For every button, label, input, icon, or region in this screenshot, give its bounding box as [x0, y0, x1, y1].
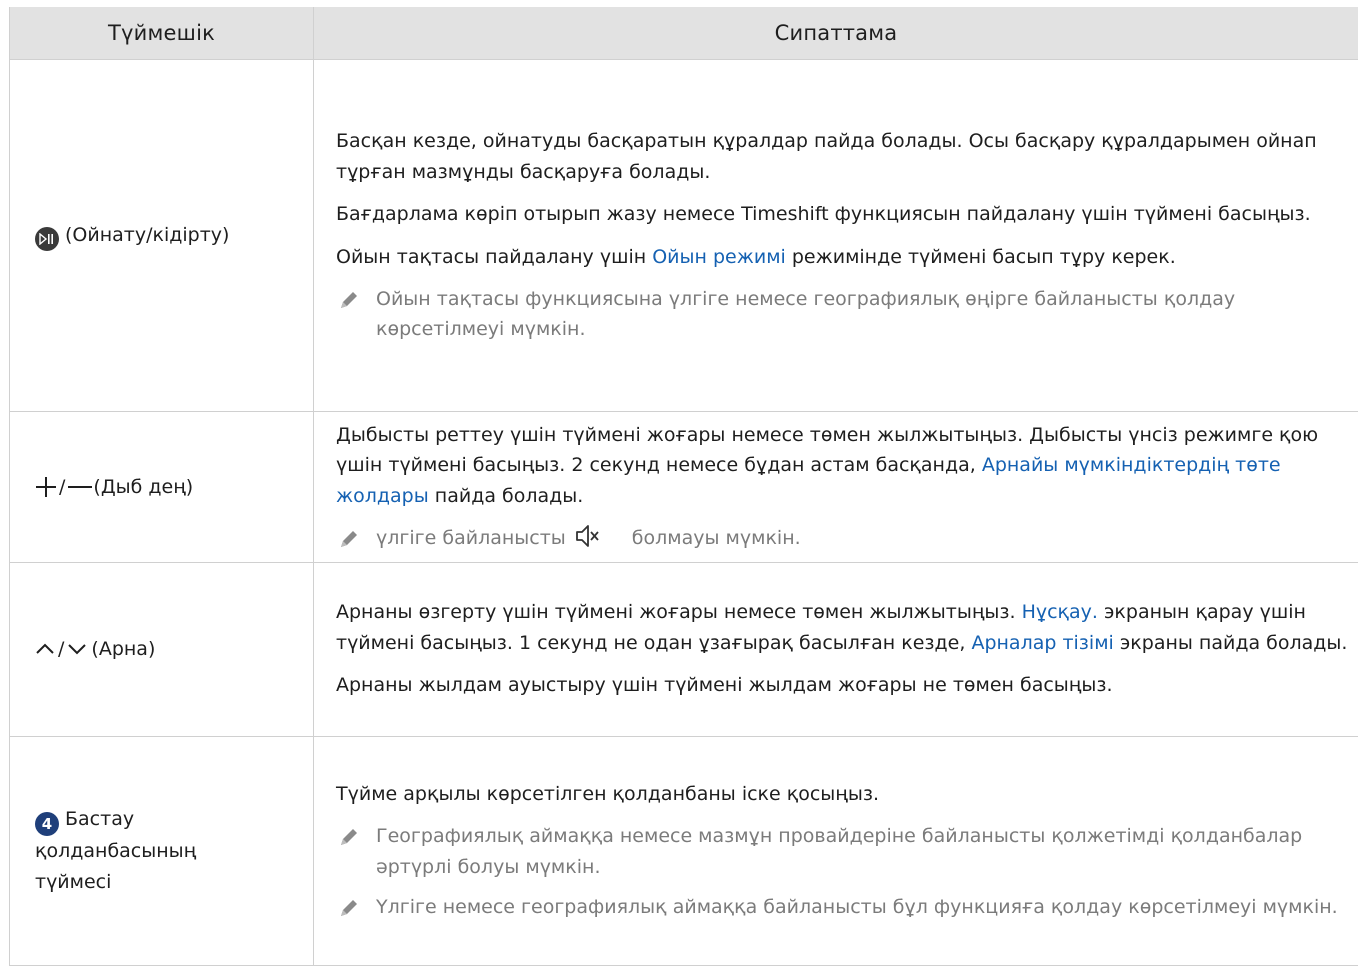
button-cell: (Ойнату/кідірту) [9, 59, 314, 412]
description-text: Арнаны жылдам ауыстыру үшін түймені жылд… [336, 674, 1113, 697]
description-text: Дыбысты реттеу үшін түймені жоғары немес… [336, 424, 1319, 507]
channel-list-link[interactable]: Арналар тізімі [971, 632, 1113, 654]
description-text: Басқан кезде, ойнатуды басқаратын құралд… [336, 130, 1317, 183]
minus-icon [68, 486, 93, 489]
table-row: (Ойнату/кідірту) Басқан кезде, ойнатуды … [9, 59, 1358, 412]
game-mode-link[interactable]: Ойын режимі [652, 246, 786, 268]
description-text: Бағдарлама көріп отырып жазу немесе Time… [336, 203, 1311, 226]
play-pause-icon [35, 227, 59, 251]
note-text: Ойын тақтасы функциясына үлгіге немесе г… [376, 287, 1236, 341]
chevron-up-icon [36, 643, 54, 655]
description-cell: Түйме арқылы көрсетілген қолданбаны іске… [313, 735, 1358, 966]
button-cell: / (Дыб дең) [9, 411, 314, 563]
table-row: / (Арна) Арнаны өзгерту үшін түймені жоға… [9, 561, 1358, 737]
button-label: (Дыб дең) [93, 475, 194, 498]
mute-icon [575, 525, 599, 548]
pencil-icon [341, 829, 357, 846]
button-cell: 4 Бастау қолданбасының түймесі [9, 735, 314, 966]
note: Үлгіге немесе географиялық аймаққа байла… [336, 892, 1348, 922]
description-text: Арнаны өзгерту үшін түймені жоғары немес… [336, 601, 1348, 654]
table-row: / (Дыб дең) Дыбысты реттеу үшін түймені ж… [9, 411, 1358, 563]
table-row: 4 Бастау қолданбасының түймесі Түйме арқы… [9, 735, 1358, 966]
chevron-down-icon [68, 644, 87, 655]
description-text: Ойын тақтасы пайдалану үшін Ойын режимі … [336, 245, 1176, 268]
header-button: Түймешік [9, 7, 314, 60]
button-label: (Арна) [91, 637, 156, 660]
button-cell: / (Арна) [9, 561, 314, 737]
header-description: Сипаттама [313, 7, 1358, 60]
remote-buttons-table: Түймешік Сипаттама (Ойнату/кідірту) Басқ… [9, 7, 1358, 966]
note-text: үлгіге байланысты болмауы мүмкін. [376, 523, 801, 553]
number-4-badge-icon: 4 [35, 812, 59, 837]
pencil-icon [341, 531, 357, 548]
description-text: Түйме арқылы көрсетілген қолданбаны іске… [336, 782, 879, 805]
pencil-icon [341, 899, 357, 916]
table-header-row: Түймешік Сипаттама [9, 7, 1358, 60]
guide-link[interactable]: Нұсқау. [1022, 601, 1098, 623]
description-cell: Арнаны өзгерту үшін түймені жоғары немес… [313, 561, 1358, 737]
note: Ойын тақтасы функциясына үлгіге немесе г… [336, 284, 1348, 345]
note-text: Географиялық аймаққа немесе мазмұн прова… [376, 825, 1303, 878]
description-cell: Дыбысты реттеу үшін түймені жоғары немес… [313, 411, 1358, 563]
pencil-icon [341, 291, 357, 308]
button-label: Бастау қолданбасының түймесі [35, 808, 197, 893]
note: үлгіге байланысты болмауы мүмкін. [336, 523, 1348, 553]
note: Географиялық аймаққа немесе мазмұн прова… [336, 821, 1348, 882]
note-text: Үлгіге немесе географиялық аймаққа байла… [376, 895, 1338, 918]
plus-icon [36, 477, 56, 498]
button-label: (Ойнату/кідірту) [65, 224, 230, 246]
description-cell: Басқан кезде, ойнатуды басқаратын құралд… [313, 59, 1358, 412]
